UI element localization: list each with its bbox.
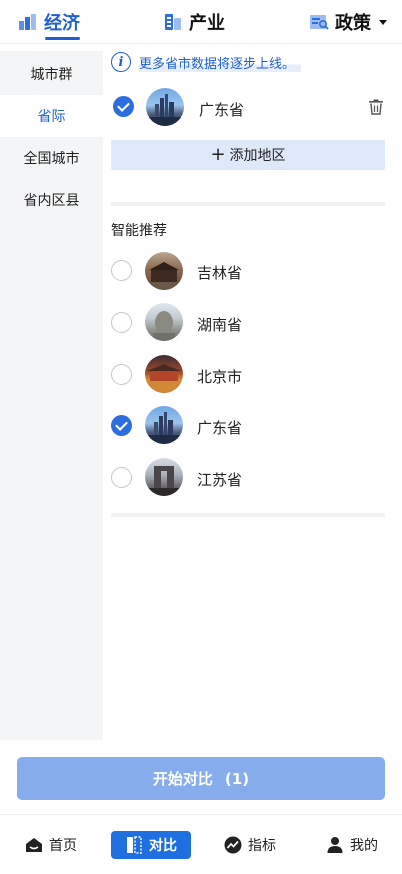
tab-industry-label: 产业: [189, 13, 225, 34]
industry-icon: [165, 14, 181, 30]
info-icon: i: [111, 52, 131, 72]
section-divider: [111, 202, 385, 206]
user-icon: [327, 837, 343, 853]
sidebar: 城市群 省际 全国城市 省内区县: [0, 51, 103, 740]
recommend-title: 智能推荐: [111, 223, 167, 239]
tab-policy[interactable]: 政策: [309, 8, 387, 36]
tab-economy-label: 经济: [44, 13, 80, 34]
region-avatar-guangdong: [146, 88, 184, 126]
start-compare-button[interactable]: 开始对比 (1): [17, 757, 385, 800]
sidebar-item-label: 城市群: [30, 67, 73, 83]
nav-index[interactable]: 指标: [224, 831, 276, 859]
region-avatar-jilin: [145, 252, 183, 290]
nav-index-label: 指标: [248, 838, 276, 854]
sidebar-item-interprovincial[interactable]: 省际: [0, 95, 103, 137]
start-compare-count: (1): [224, 769, 250, 788]
tab-economy[interactable]: 经济: [18, 8, 80, 36]
sidebar-item-label: 省际: [37, 109, 66, 125]
recommend-label: 广东省: [197, 419, 243, 437]
recommend-checkbox-jilin[interactable]: [111, 260, 132, 281]
recommend-label: 湖南省: [197, 316, 243, 334]
sidebar-item-city-cluster[interactable]: 城市群: [0, 53, 103, 95]
nav-home-label: 首页: [49, 838, 77, 854]
bottom-nav: 首页 对比 指标 我的: [0, 814, 402, 874]
home-icon: [26, 838, 42, 852]
info-notice: i 更多省市数据将逐步上线。: [111, 51, 302, 73]
add-region-label: 添加地区: [229, 148, 286, 164]
active-tab-indicator: [45, 37, 80, 40]
sidebar-item-label: 省内区县: [23, 193, 80, 209]
notice-text: 更多省市数据将逐步上线。: [139, 52, 302, 72]
recommend-label: 江苏省: [197, 471, 243, 489]
recommend-checkbox-guangdong[interactable]: [111, 415, 132, 436]
recommend-checkbox-hunan[interactable]: [111, 312, 132, 333]
recommend-checkbox-jiangsu[interactable]: [111, 467, 132, 488]
start-compare-label: 开始对比: [152, 770, 213, 788]
economy-icon: [19, 14, 36, 30]
recommend-checkbox-beijing[interactable]: [111, 364, 132, 385]
plus-icon: +: [210, 144, 226, 165]
trash-icon[interactable]: [368, 99, 384, 115]
region-avatar-jiangsu: [145, 458, 183, 496]
selected-region-label: 广东省: [199, 101, 245, 119]
tab-policy-label: 政策: [335, 13, 371, 34]
selected-region-checkbox[interactable]: [113, 96, 134, 117]
trend-icon: [224, 836, 242, 854]
region-avatar-hunan: [145, 303, 183, 341]
nav-mine[interactable]: 我的: [326, 831, 378, 859]
top-tab-bar: 经济 产业 政策: [0, 0, 402, 44]
sidebar-item-districts[interactable]: 省内区县: [0, 179, 103, 221]
nav-compare-label: 对比: [149, 838, 177, 854]
nav-compare[interactable]: 对比: [111, 831, 191, 859]
region-avatar-beijing: [145, 355, 183, 393]
chevron-down-icon: [379, 19, 387, 25]
sidebar-item-national-cities[interactable]: 全国城市: [0, 137, 103, 179]
region-avatar-guangdong: [145, 406, 183, 444]
section-divider: [111, 513, 385, 517]
sidebar-item-label: 全国城市: [23, 151, 80, 167]
nav-home[interactable]: 首页: [25, 831, 77, 859]
recommend-label: 北京市: [197, 368, 243, 386]
recommend-label: 吉林省: [197, 264, 243, 282]
nav-mine-label: 我的: [350, 838, 378, 854]
policy-icon: [310, 15, 329, 30]
compare-icon: [127, 836, 142, 854]
tab-industry[interactable]: 产业: [163, 8, 225, 36]
add-region-button[interactable]: + 添加地区: [111, 140, 385, 170]
